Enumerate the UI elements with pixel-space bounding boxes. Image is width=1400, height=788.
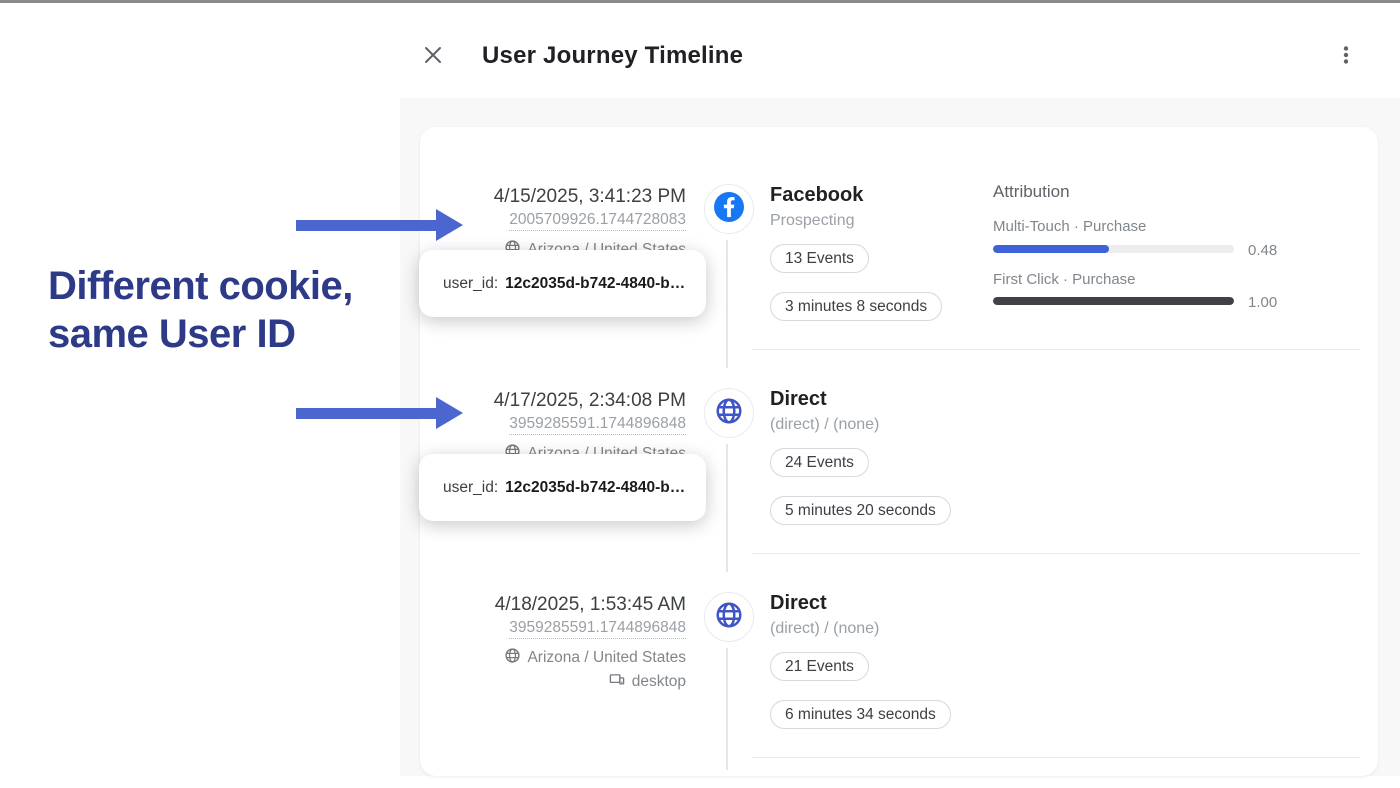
entry-device-row: desktop <box>440 670 686 693</box>
timeline-connector <box>726 648 728 770</box>
kebab-menu-button[interactable] <box>1332 43 1360 71</box>
attribution-bar-fill <box>993 297 1234 305</box>
attribution-bar <box>993 297 1234 305</box>
globe-location-icon <box>504 647 521 669</box>
duration-badge: 5 minutes 20 seconds <box>770 496 951 525</box>
entry-location-row: Arizona / United States <box>440 647 686 669</box>
desktop-device-icon <box>608 670 626 693</box>
source-name: Direct <box>770 592 827 615</box>
entry-divider <box>752 757 1360 758</box>
user-id-label: user_id: <box>443 275 498 293</box>
user-id-value: 12c2035d-b742-4840-b… <box>505 479 685 497</box>
facebook-icon <box>713 191 745 228</box>
duration-badge: 6 minutes 34 seconds <box>770 700 951 729</box>
annotation-text: Different cookie, same User ID <box>48 262 353 358</box>
entry-timestamp: 4/15/2025, 3:41:23 PM <box>440 186 686 208</box>
events-badge: 21 Events <box>770 652 869 681</box>
window-top-border <box>0 0 1400 3</box>
source-campaign: (direct) / (none) <box>770 416 879 434</box>
entry-timestamp: 4/17/2025, 2:34:08 PM <box>440 390 686 412</box>
user-id-tooltip: user_id: 12c2035d-b742-4840-b… <box>419 454 706 521</box>
globe-direct-icon <box>714 600 744 635</box>
arrow-icon <box>296 209 463 241</box>
source-node <box>704 388 754 438</box>
timeline-connector <box>726 240 728 368</box>
attribution-bar-fill <box>993 245 1109 253</box>
attribution-bar <box>993 245 1234 253</box>
duration-badge: 3 minutes 8 seconds <box>770 292 942 321</box>
arrow-icon <box>296 397 463 429</box>
attribution-value: 0.48 <box>1248 242 1308 259</box>
entry-timestamp: 4/18/2025, 1:53:45 AM <box>440 594 686 616</box>
source-name: Facebook <box>770 184 863 207</box>
entry-divider <box>752 349 1360 350</box>
page-title: User Journey Timeline <box>482 42 743 70</box>
user-id-value: 12c2035d-b742-4840-b… <box>505 275 685 293</box>
entry-location: Arizona / United States <box>527 649 686 667</box>
cookie-id-link[interactable]: 3959285591.1744896848 <box>509 619 686 639</box>
attribution-label: First Click · Purchase <box>993 271 1136 288</box>
attribution-title: Attribution <box>993 182 1070 202</box>
source-node <box>704 184 754 234</box>
cookie-id-link[interactable]: 2005709926.1744728083 <box>509 211 686 231</box>
timeline-connector <box>726 444 728 572</box>
source-campaign: Prospecting <box>770 212 855 230</box>
attribution-value: 1.00 <box>1248 294 1308 311</box>
user-id-label: user_id: <box>443 479 498 497</box>
cookie-id-link[interactable]: 3959285591.1744896848 <box>509 415 686 435</box>
events-badge: 13 Events <box>770 244 869 273</box>
kebab-icon <box>1334 43 1358 72</box>
source-node <box>704 592 754 642</box>
attribution-label: Multi-Touch · Purchase <box>993 218 1146 235</box>
events-badge: 24 Events <box>770 448 869 477</box>
entry-divider <box>752 553 1360 554</box>
close-button[interactable] <box>419 43 447 71</box>
user-id-tooltip: user_id: 12c2035d-b742-4840-b… <box>419 250 706 317</box>
globe-direct-icon <box>714 396 744 431</box>
source-campaign: (direct) / (none) <box>770 620 879 638</box>
user-journey-timeline-screen: User Journey Timeline 4/15/2025, 3:41:23… <box>0 0 1400 788</box>
source-name: Direct <box>770 388 827 411</box>
entry-device: desktop <box>632 673 686 691</box>
close-icon <box>421 43 445 72</box>
